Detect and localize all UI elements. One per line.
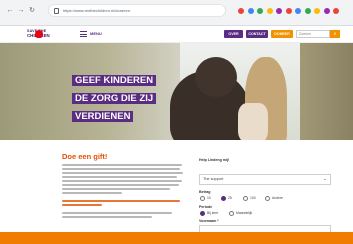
paragraph-line: [62, 176, 177, 178]
first-name-label: Voornaam *: [199, 219, 219, 223]
search-input[interactable]: Zoeken: [296, 30, 330, 38]
menu-label[interactable]: MENU: [90, 31, 102, 36]
site-header: SAVE THE CHILDREN MENU OVER CONTACT DONE…: [0, 26, 353, 43]
extension-icon[interactable]: [266, 8, 273, 14]
arrow-right-icon[interactable]: →: [17, 7, 25, 15]
extension-icon[interactable]: [304, 8, 311, 14]
hamburger-menu-icon[interactable]: [80, 31, 87, 37]
paragraph-line: [62, 212, 172, 214]
amount-radio-label: 10: [207, 196, 211, 200]
paragraph-line: [62, 164, 182, 166]
amount-label: Betrag: [199, 190, 211, 194]
paragraph-line: [62, 216, 152, 218]
support-select[interactable]: The support ⌄: [199, 174, 331, 185]
period-radio-once[interactable]: [200, 211, 205, 216]
main-content: Doe een gift! Help Lindeng mij! The supp…: [0, 140, 353, 233]
browser-toolbar: ← → ↻ https://www.redthechildren.nl/done…: [0, 0, 353, 26]
period-radio-label: Maandelijk: [236, 211, 253, 215]
lock-icon: [54, 8, 59, 14]
donation-form: Help Lindeng mij! The support ⌄ Betrag 1…: [199, 152, 339, 233]
search-icon[interactable]: ⌕: [330, 30, 340, 38]
extension-icon[interactable]: [257, 8, 263, 14]
form-help-label: Help Lindeng mij!: [199, 158, 230, 162]
period-radio-label: Bij keer: [207, 211, 219, 215]
donate-title: Doe een gift!: [62, 152, 108, 161]
chevron-down-icon: ⌄: [322, 176, 327, 182]
amount-radio-label: Andere: [272, 196, 283, 200]
hero-title-line: VERDIENEN: [72, 111, 134, 122]
orange-footer-band: [0, 232, 353, 244]
header-button-contact[interactable]: CONTACT: [246, 30, 268, 38]
amount-radio-10[interactable]: [200, 196, 205, 201]
heart-logo-icon: [35, 30, 43, 38]
reload-icon[interactable]: ↻: [28, 7, 36, 15]
logo-text-bottom: CHILDREN: [27, 33, 59, 38]
header-button-donate[interactable]: DONEER: [271, 30, 293, 38]
amount-radio-25[interactable]: [221, 196, 226, 201]
amount-radio-100[interactable]: [243, 196, 248, 201]
amount-radio-label: 25: [228, 196, 232, 200]
hero-banner: GEEF KINDEREN DE ZORG DIE ZIJ VERDIENEN: [0, 43, 353, 140]
paragraph-line: [62, 188, 170, 190]
extension-icon[interactable]: [276, 8, 282, 14]
hero-title-line: DE ZORG DIE ZIJ: [72, 93, 157, 104]
hero-title: GEEF KINDEREN DE ZORG DIE ZIJ VERDIENEN: [72, 70, 182, 124]
amount-radio-other[interactable]: [265, 196, 270, 201]
extension-icon[interactable]: [285, 8, 292, 14]
hero-title-line: GEEF KINDEREN: [72, 75, 157, 86]
hero-dog-head: [195, 57, 237, 97]
period-radio-monthly[interactable]: [229, 211, 234, 216]
amount-radio-label: 100: [250, 196, 256, 200]
support-select-value: The support: [203, 177, 224, 181]
extension-icon[interactable]: [295, 8, 301, 14]
paragraph-line: [62, 180, 182, 182]
extension-icon[interactable]: [323, 8, 330, 14]
paragraph-line: [62, 172, 183, 174]
logo[interactable]: SAVE THE CHILDREN: [27, 29, 59, 40]
paragraph-line: [62, 184, 179, 186]
period-label: Periode: [199, 205, 213, 209]
extension-icon[interactable]: [238, 8, 244, 14]
paragraph-line: [62, 168, 180, 170]
arrow-left-icon[interactable]: ←: [6, 7, 14, 15]
header-button-over[interactable]: OVER: [224, 30, 243, 38]
extension-icon[interactable]: [247, 8, 254, 14]
paragraph-line: [62, 192, 122, 194]
hero-girl-arm: [238, 103, 268, 140]
address-bar[interactable]: https://www.redthechildren.nl/doneren: [48, 4, 226, 17]
url-text: https://www.redthechildren.nl/doneren: [63, 8, 130, 13]
extension-icon[interactable]: [314, 8, 320, 14]
extension-icon[interactable]: [333, 8, 339, 14]
text-link[interactable]: [62, 200, 180, 202]
text-link[interactable]: [62, 204, 102, 206]
